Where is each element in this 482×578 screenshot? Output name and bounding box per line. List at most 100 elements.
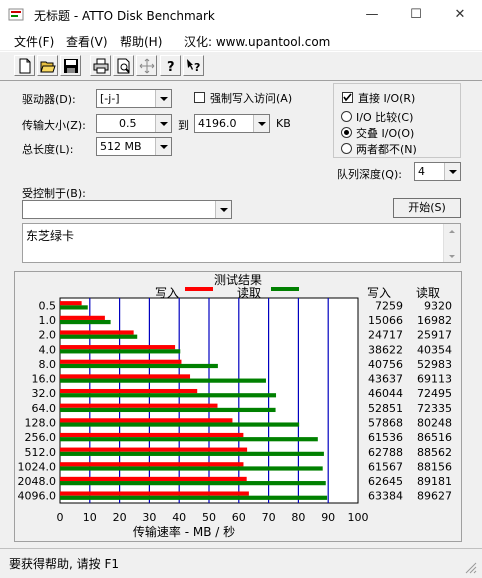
neither-radio[interactable] [341,143,352,154]
write-value: 62788 [368,446,403,459]
start-button[interactable]: 开始(S) [393,198,461,218]
x-tick-label: 50 [202,511,216,524]
read-value: 88562 [417,446,452,459]
scroll-arrows-icon [449,230,455,258]
drive-select[interactable]: [-j-] [96,89,172,108]
write-bar [60,432,244,438]
read-bar [60,319,111,325]
transfer-from-select[interactable]: 0.5 [96,114,172,133]
queue-depth-label: 队列深度(Q): [337,168,402,181]
help-button[interactable]: ? [160,55,181,76]
direct-io-checkbox[interactable] [342,92,353,103]
read-bar [60,305,88,310]
close-button[interactable]: ✕ [438,0,482,30]
chevron-down-icon [155,90,171,107]
write-bar [60,315,105,320]
y-tick-label: 256.0 [25,431,57,444]
write-bar [60,476,247,482]
read-value: 40354 [417,343,452,356]
y-tick-label: 8.0 [39,358,57,371]
y-tick-label: 4.0 [39,343,57,356]
print-button[interactable] [90,55,111,76]
read-bar [60,363,218,369]
chevron-down-icon [155,115,171,132]
y-tick-label: 0.5 [39,299,57,312]
new-button[interactable] [14,55,35,76]
queue-depth-select[interactable]: 4 [414,162,461,181]
read-bar [60,451,324,456]
transfer-from-value: 0.5 [119,117,137,130]
maximize-button[interactable]: ☐ [394,0,438,30]
write-bar [60,388,198,394]
read-bar [60,437,318,442]
chart-title: 测试结果 [214,272,262,287]
svg-text:?: ? [194,61,200,74]
total-length-select[interactable]: 512 MB [96,137,172,156]
new-icon [19,58,31,74]
y-tick-label: 128.0 [25,416,57,429]
read-bar [60,407,276,413]
controlled-by-select[interactable] [22,200,232,219]
description-scrollbar[interactable] [443,224,460,262]
write-value: 24717 [368,329,403,342]
write-bar [60,447,248,452]
save-button[interactable] [60,55,81,76]
write-value: 46044 [368,387,403,400]
help-icon: ? [167,60,175,74]
read-bar [60,481,326,486]
neither-label: 两者都不(N) [356,143,417,156]
y-tick-label: 512.0 [25,446,57,459]
menu-bar: 文件(F) 查看(V) 帮助(H) 汉化: www.upantool.com [0,30,482,50]
print-icon [93,58,109,74]
open-icon [40,61,56,73]
description-text: 东芝绿卡 [26,229,75,243]
kb-label: KB [276,117,291,130]
overlapped-io-label: 交叠 I/O(O) [356,127,415,140]
to-label: 到 [178,119,189,132]
context-help-icon: ? [187,59,200,74]
io-compare-radio[interactable] [341,111,352,122]
minimize-button[interactable]: — [350,0,394,30]
x-tick-label: 60 [232,511,246,524]
write-bar [60,330,134,335]
read-value: 86516 [417,431,452,444]
results-panel: 测试结果 写入 读取 写入 读取 0 10 20 30 40 50 60 70 80 90 100 传输速率 -… [14,271,462,542]
menu-file[interactable]: 文件(F) [14,33,54,50]
context-help-button[interactable]: ? [183,55,204,76]
chevron-down-icon [444,163,460,180]
y-tick-label: 2.0 [39,329,57,342]
read-bar [60,495,328,500]
app-window: 无标题 - ATTO Disk Benchmark — ☐ ✕ 文件(F) 查看… [0,0,482,578]
read-value: 72495 [417,387,452,400]
drive-label: 驱动器(D): [22,93,76,106]
move-button[interactable] [136,55,157,76]
write-value: 38622 [368,343,403,356]
app-icon [8,7,24,23]
read-value: 52983 [417,358,452,371]
write-bar [60,462,244,467]
print-preview-button[interactable] [113,55,134,76]
transfer-to-select[interactable]: 4196.0 [194,114,270,133]
force-write-checkbox[interactable] [194,92,205,103]
write-bar [60,374,191,379]
x-axis-label: 传输速率 - MB / 秒 [133,524,235,539]
transfer-size-label: 传输大小(Z): [22,119,86,132]
overlapped-io-radio[interactable] [341,127,352,138]
open-button[interactable] [37,55,58,76]
resize-grip-icon[interactable] [464,561,478,575]
check-icon [343,93,352,102]
save-icon [64,59,78,73]
description-textarea[interactable]: 东芝绿卡 [22,223,461,263]
read-bar [60,466,323,471]
write-column-header: 写入 [367,286,391,300]
read-value: 80248 [417,416,452,429]
menu-view[interactable]: 查看(V) [66,33,108,50]
menu-help[interactable]: 帮助(H) [120,33,162,50]
read-value: 72335 [417,402,452,415]
direct-io-label: 直接 I/O(R) [358,92,416,105]
read-value: 69113 [417,373,452,386]
transfer-to-value: 4196.0 [198,117,237,130]
drive-value: [-j-] [100,92,120,105]
menu-localization[interactable]: 汉化: www.upantool.com [184,33,330,50]
write-bar [60,345,176,350]
